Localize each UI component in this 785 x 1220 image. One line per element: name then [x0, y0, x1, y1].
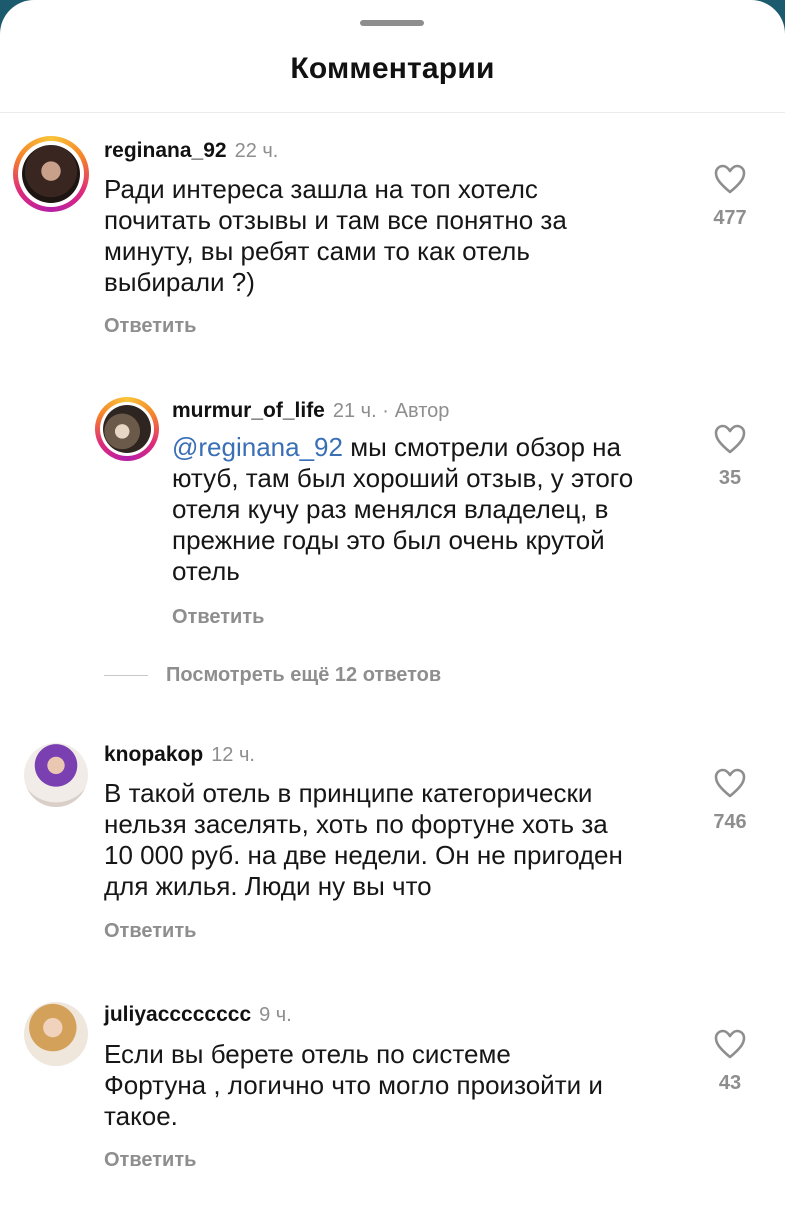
like-count: 477: [713, 207, 747, 229]
like-control: 746: [700, 768, 760, 834]
sheet-grabber-handle[interactable]: [360, 20, 424, 26]
like-count: 35: [718, 467, 742, 489]
heart-outline-icon[interactable]: [714, 164, 746, 194]
view-more-replies-button[interactable]: Посмотреть ещё 12 ответов: [104, 664, 441, 687]
like-count: 43: [718, 1072, 742, 1094]
mention-link[interactable]: @reginana_92: [172, 432, 343, 462]
comment-username[interactable]: knopakop: [104, 743, 203, 766]
like-control: 35: [700, 424, 760, 490]
comments-sheet: Комментарии reginana_92 22 ч. Ради интере…: [0, 0, 785, 1220]
comment-username[interactable]: murmur_of_life: [172, 399, 325, 422]
comment-username[interactable]: reginana_92: [104, 139, 227, 162]
avatar[interactable]: [24, 1002, 88, 1066]
comment-time: 9 ч.: [259, 1004, 292, 1026]
sheet-title: Комментарии: [290, 52, 495, 85]
like-count: 746: [713, 811, 747, 833]
heart-outline-icon[interactable]: [714, 424, 746, 454]
comment-text: Ради интереса зашла на топ хотелс почита…: [104, 174, 567, 297]
divider-line: [104, 675, 148, 676]
comment-time: 21 ч. ·: [332, 400, 389, 422]
avatar[interactable]: [24, 743, 88, 807]
comment-time: 12 ч.: [211, 744, 255, 766]
comment-time: 22 ч.: [234, 140, 279, 162]
view-more-label: Посмотреть ещё 12 ответов: [166, 664, 442, 686]
avatar[interactable]: [13, 136, 89, 212]
avatar[interactable]: [95, 397, 159, 461]
comment-username[interactable]: juliyacccccccc: [104, 1003, 251, 1026]
like-control: 477: [700, 164, 760, 230]
like-control: 43: [700, 1029, 760, 1095]
comment-text: В такой отель в принципе категорически н…: [104, 778, 623, 901]
reply-button[interactable]: Ответить: [104, 315, 196, 338]
author-badge: Автор: [394, 400, 450, 422]
comment-text: @reginana_92 мы смотрели обзор на ютуб, …: [172, 432, 634, 586]
heart-outline-icon[interactable]: [714, 1029, 746, 1059]
header-divider: [0, 112, 785, 113]
comment-text: Если вы берете отель по системе Фортуна …: [104, 1039, 603, 1131]
reply-button[interactable]: Ответить: [172, 606, 264, 629]
reply-button[interactable]: Ответить: [104, 920, 196, 943]
reply-button[interactable]: Ответить: [104, 1149, 196, 1172]
heart-outline-icon[interactable]: [714, 768, 746, 798]
